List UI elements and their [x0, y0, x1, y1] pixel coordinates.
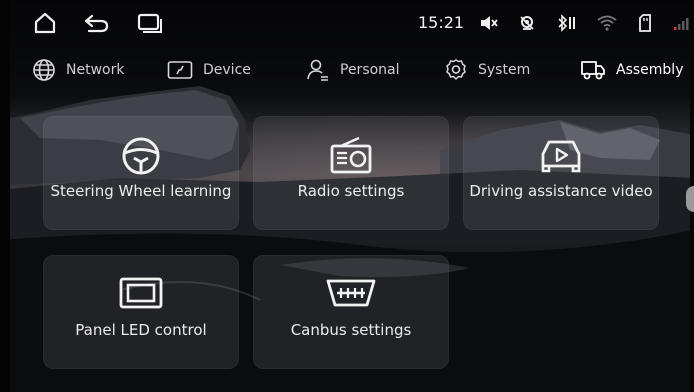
- tab-personal[interactable]: Personal: [306, 56, 400, 84]
- tile-steering-wheel-learning[interactable]: Steering Wheel learning: [43, 116, 239, 230]
- tab-assembly[interactable]: Assembly: [580, 56, 683, 84]
- bluetooth-icon: [554, 12, 578, 34]
- car-camera-icon: [541, 140, 581, 173]
- tab-label: Network: [66, 62, 125, 78]
- tab-system[interactable]: System: [444, 56, 530, 84]
- location-off-icon: [516, 12, 538, 34]
- signal-icon: [672, 12, 692, 34]
- clock: 15:21: [418, 13, 465, 32]
- steering-wheel-icon: [122, 137, 160, 175]
- wifi-icon: [596, 12, 618, 34]
- panel-icon: [119, 277, 163, 309]
- globe-icon: [33, 59, 55, 81]
- tile-label: Canbus settings: [290, 321, 412, 339]
- person-icon: [307, 59, 328, 81]
- page-scroll-handle[interactable]: [686, 186, 694, 212]
- screen: 15:21 Network Device Personal System Ass…: [0, 0, 694, 392]
- tab-label: Device: [203, 62, 251, 78]
- tab-device[interactable]: Device: [167, 56, 251, 84]
- tab-network[interactable]: Network: [32, 56, 124, 84]
- tile-label: Driving assistance video: [469, 182, 653, 200]
- tab-label: System: [478, 62, 531, 78]
- tile-label: Steering Wheel learning: [50, 182, 232, 200]
- sd-card-icon: [636, 12, 654, 34]
- radio-icon: [330, 136, 372, 174]
- back-icon[interactable]: [82, 12, 110, 34]
- tile-label: Radio settings: [297, 182, 405, 200]
- tile-panel-led-control[interactable]: Panel LED control: [43, 255, 239, 369]
- tile-label: Panel LED control: [75, 321, 207, 339]
- tile-driving-assistance-video[interactable]: Driving assistance video: [463, 116, 659, 230]
- canbus-connector-icon: [326, 279, 376, 307]
- recent-apps-icon[interactable]: [136, 12, 164, 34]
- truck-icon: [581, 61, 605, 80]
- device-icon: [167, 61, 193, 79]
- status-bar: 15:21: [0, 0, 694, 46]
- home-icon[interactable]: [32, 12, 58, 34]
- tab-label: Personal: [340, 62, 400, 78]
- gear-icon: [446, 59, 466, 80]
- tile-radio-settings[interactable]: Radio settings: [253, 116, 449, 230]
- screen-bezel-left: [0, 0, 10, 392]
- tile-canbus-settings[interactable]: Canbus settings: [253, 255, 449, 369]
- tab-label: Assembly: [616, 62, 684, 78]
- mute-icon: [478, 12, 500, 34]
